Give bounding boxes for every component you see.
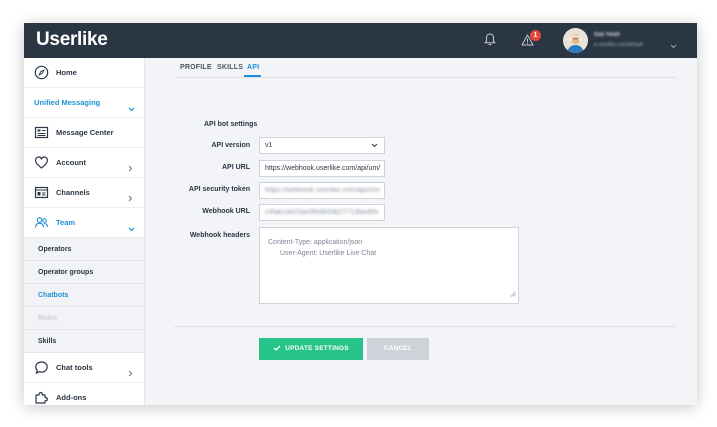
top-bar: Userlike 1 Gül Yeoh ● userlike.com/defau… [24, 23, 697, 58]
sidebar-item-label: Roles [38, 315, 58, 322]
sidebar-item-label: Chatbots [38, 292, 69, 299]
chevron-right-icon [128, 189, 133, 207]
webhook-headers-textarea[interactable]: Content-Type: application/json User-Agen… [259, 227, 519, 304]
form-divider [174, 326, 676, 327]
check-icon [273, 345, 281, 351]
sidebar-item-chat-tools[interactable]: Chat tools [24, 353, 144, 383]
chevron-right-icon [128, 364, 133, 382]
puzzle-icon [34, 390, 49, 405]
sidebar-item-label: Message Center [56, 128, 114, 137]
resize-handle-icon[interactable] [510, 290, 516, 301]
sidebar-item-label: Add-ons [56, 393, 87, 402]
sidebar-subitem-operator-groups[interactable]: Operator groups [24, 261, 144, 284]
webhook-url-field[interactable]: c4fab1d425ae9f0d933b27713bedf0c [259, 204, 385, 221]
sidebar-item-label: Unified Messaging [34, 98, 101, 107]
chevron-down-icon[interactable] [670, 36, 677, 54]
bell-icon[interactable] [484, 33, 496, 51]
userlike-logo[interactable]: Userlike [36, 29, 108, 51]
sidebar-item-label: Team [56, 218, 76, 227]
tab-api[interactable]: API [247, 64, 259, 71]
api-url-label: API URL [222, 164, 250, 171]
api-security-token-field[interactable]: https://webhook.userlike.com/api/um/ [259, 182, 385, 199]
update-settings-button[interactable]: UPDATE SETTINGS [259, 338, 363, 360]
sidebar-subitem-chatbots[interactable]: Chatbots [24, 284, 144, 307]
headers-line: User-Agent: Userlike Live Chat [280, 250, 377, 257]
sidebar-subitem-operators[interactable]: Operators [24, 238, 144, 261]
cancel-button[interactable]: CANCEL [367, 338, 429, 360]
sidebar: Home Unified Messaging Message Center Ac… [24, 58, 145, 405]
sidebar-item-channels[interactable]: Channels [24, 178, 144, 208]
user-name: Gül Yeoh [594, 32, 620, 38]
sidebar-item-label: Home [56, 68, 77, 77]
sidebar-item-label: Account [56, 158, 86, 167]
chevron-down-icon [371, 143, 378, 150]
tab-divider [174, 77, 676, 78]
api-security-token-label: API security token [188, 186, 250, 193]
alert-count-badge: 1 [530, 30, 541, 41]
sidebar-item-label: Operators [38, 246, 72, 253]
compass-icon [34, 65, 49, 85]
inbox-icon [34, 125, 49, 145]
sidebar-item-unified-messaging[interactable]: Unified Messaging [24, 88, 144, 118]
sidebar-item-label: Channels [56, 188, 90, 197]
sidebar-item-account[interactable]: Account [24, 148, 144, 178]
chevron-down-icon [128, 219, 135, 237]
sidebar-item-team[interactable]: Team [24, 208, 144, 238]
tab-skills[interactable]: SKILLS [217, 64, 243, 71]
tab-profile[interactable]: PROFILE [180, 64, 212, 71]
sidebar-item-label: Operator groups [38, 269, 94, 276]
app-window: Userlike 1 Gül Yeoh ● userlike.com/defau… [24, 23, 697, 405]
api-version-select[interactable]: v1 [259, 137, 385, 154]
user-status: ● userlike.com/default [594, 42, 643, 48]
avatar[interactable] [563, 28, 588, 53]
sidebar-item-label: Skills [38, 338, 57, 345]
sidebar-item-message-center[interactable]: Message Center [24, 118, 144, 148]
api-version-label: API version [211, 142, 250, 149]
heart-icon [34, 155, 49, 175]
api-url-field[interactable]: https://webhook.userlike.com/api/um/ [259, 160, 385, 177]
team-icon [34, 215, 49, 235]
chat-bubble-icon [34, 360, 49, 380]
webhook-headers-label: Webhook headers [189, 232, 250, 239]
sidebar-item-label: Chat tools [56, 363, 93, 372]
chevron-down-icon [128, 99, 135, 117]
sidebar-item-addons[interactable]: Add-ons [24, 383, 144, 405]
headers-line: Content-Type: application/json [268, 239, 363, 246]
webhook-url-label: Webhook URL [202, 208, 250, 215]
sidebar-subitem-skills[interactable]: Skills [24, 330, 144, 353]
sidebar-item-home[interactable]: Home [24, 58, 144, 88]
chevron-right-icon [128, 159, 133, 177]
channels-icon [34, 185, 49, 205]
section-title: API bot settings [204, 121, 258, 128]
sidebar-subitem-roles[interactable]: Roles [24, 307, 144, 330]
